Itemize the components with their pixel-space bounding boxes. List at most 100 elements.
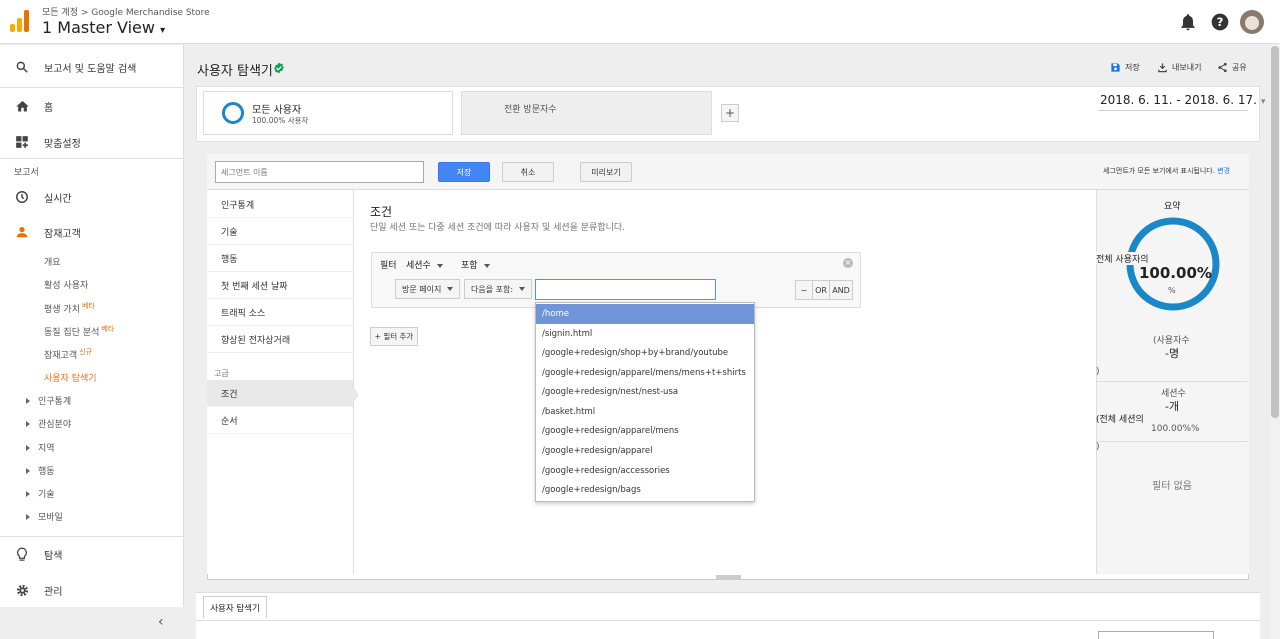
export-button[interactable]: 내보내기 <box>1157 62 1201 73</box>
preview-button[interactable]: 미리보기 <box>580 162 632 182</box>
suggestion-item[interactable]: /basket.html <box>536 402 754 422</box>
sidebar-tree-interests[interactable]: 관심분야 <box>26 417 71 430</box>
suggestion-item[interactable]: /signin.html <box>536 324 754 344</box>
filter-label: 필터 <box>380 261 397 271</box>
category-behavior[interactable]: 행동 <box>207 245 353 272</box>
save-report-button[interactable]: 저장 <box>1110 62 1140 73</box>
person-icon <box>16 227 28 238</box>
paren-close: ) <box>1096 442 1100 452</box>
sidebar-subitem-overview[interactable]: 개요 <box>44 255 61 268</box>
segment-ring-icon <box>222 102 244 124</box>
sidebar-subitem-audiences[interactable]: 잠재고객 신규 <box>44 347 92 361</box>
search-icon <box>16 61 28 73</box>
discover-label: 탐색 <box>44 550 63 562</box>
chevron-down-icon: ▾ <box>1260 97 1266 107</box>
view-name: 1 Master View <box>42 18 155 37</box>
report-search-input[interactable] <box>1098 631 1214 639</box>
advanced-label: 고급 <box>214 369 229 378</box>
analytics-logo-icon[interactable] <box>10 10 30 32</box>
category-traffic-source[interactable]: 트래픽 소스 <box>207 299 353 326</box>
beta-badge: 베타 <box>81 302 95 310</box>
reports-section-label: 보고서 <box>14 168 39 178</box>
segment-name-input[interactable] <box>215 161 424 183</box>
share-button[interactable]: 공유 <box>1217 62 1247 73</box>
sidebar-item-realtime[interactable]: 실시간 <box>0 182 184 212</box>
scrollbar-thumb[interactable] <box>1271 46 1279 418</box>
segment-name: 전환 방문자수 <box>504 105 557 115</box>
suggestion-item[interactable]: /google+redesign/apparel/mens <box>536 421 754 441</box>
category-conditions[interactable]: 조건 <box>207 380 353 407</box>
sidebar-collapse-bar[interactable]: ‹ <box>0 607 184 639</box>
segment-card-all-users[interactable]: 모든 사용자 100.00% 사용자 <box>203 91 453 135</box>
operator-dropdown[interactable]: 다음을 포함: <box>464 279 532 299</box>
category-first-session[interactable]: 첫 번째 세션 날짜 <box>207 272 353 299</box>
filter-include-dropdown[interactable]: 포함 <box>461 258 490 271</box>
view-selector[interactable]: 1 Master View ▾ <box>42 18 165 37</box>
save-segment-button[interactable]: 저장 <box>438 162 490 182</box>
category-demographics[interactable]: 인구통계 <box>207 191 353 218</box>
save-icon <box>1111 63 1120 72</box>
sidebar-tree-geo[interactable]: 지역 <box>26 441 55 454</box>
sidebar-subitem-user-explorer[interactable]: 사용자 탐색기 <box>44 371 97 384</box>
gear-icon <box>16 584 28 596</box>
category-ecommerce[interactable]: 향상된 전자상거래 <box>207 326 353 353</box>
or-button[interactable]: OR <box>812 280 830 300</box>
suggestion-item[interactable]: /google+redesign/bags <box>536 480 754 500</box>
chevron-left-icon: ‹ <box>158 614 164 630</box>
dimension-dropdown[interactable]: 방문 페이지 <box>395 279 460 299</box>
sidebar-search[interactable]: 보고서 및 도움말 검색 <box>0 52 184 82</box>
conditions-description: 단일 세션 또는 다중 세션 조건에 따라 사용자 및 세션을 분류합니다. <box>370 223 626 233</box>
resize-handle[interactable] <box>716 575 741 579</box>
change-link[interactable]: 변경 <box>1217 167 1230 175</box>
sidebar-item-audience[interactable]: 잠재고객 <box>0 217 184 247</box>
sidebar-tree-mobile[interactable]: 모바일 <box>26 510 63 523</box>
summary-ring-unit: % <box>1168 286 1176 295</box>
add-segment-button[interactable]: + <box>721 104 739 122</box>
help-icon[interactable]: ? <box>1210 12 1230 32</box>
suggestion-item[interactable]: /home <box>536 304 754 324</box>
segment-card-conversion[interactable]: 전환 방문자수 <box>461 91 712 135</box>
sidebar-item-admin[interactable]: 관리 <box>0 575 184 605</box>
customization-label: 맞춤설정 <box>44 138 81 150</box>
sidebar-subitem-cohort[interactable]: 동질 집단 분석 베타 <box>44 324 114 338</box>
sidebar-item-customization[interactable]: 맞춤설정 <box>0 127 184 157</box>
sidebar-item-home[interactable]: 홈 <box>0 91 184 121</box>
suggestion-item[interactable]: /google+redesign/shop+by+brand/youtube <box>536 343 754 363</box>
sidebar-tree-demographics[interactable]: 인구통계 <box>26 394 71 407</box>
divider <box>1097 381 1247 382</box>
suggestion-item[interactable]: /google+redesign/nest/nest-usa <box>536 382 754 402</box>
and-button[interactable]: AND <box>829 280 853 300</box>
notification-bell-icon[interactable] <box>1178 12 1198 32</box>
visibility-notice: 세그먼트가 모든 보기에서 표시됩니다. 변경 <box>1103 167 1231 175</box>
paren-close: ) <box>1096 367 1100 377</box>
lightbulb-icon <box>17 547 27 561</box>
condition-value-input[interactable] <box>535 279 716 300</box>
no-filter-label: 필터 없음 <box>1152 481 1192 492</box>
remove-filter-icon[interactable]: × <box>843 258 853 268</box>
category-sequences[interactable]: 순서 <box>207 407 353 434</box>
export-icon <box>1158 63 1167 73</box>
suggestion-item[interactable]: /google+redesign/apparel <box>536 441 754 461</box>
filter-scope-dropdown[interactable]: 세션수 <box>406 258 443 271</box>
sidebar-item-discover[interactable]: 탐색 <box>0 539 184 569</box>
audience-label: 잠재고객 <box>44 228 81 240</box>
add-filter-button[interactable]: + 필터 추가 <box>370 327 418 346</box>
bottom-tabbar <box>196 592 1260 620</box>
home-icon <box>15 100 29 111</box>
divider <box>1097 441 1247 442</box>
avatar[interactable] <box>1240 10 1264 34</box>
suggestion-item[interactable]: /google+redesign/apparel/mens/mens+t+shi… <box>536 363 754 383</box>
verified-check-icon <box>274 62 284 74</box>
remove-condition-button[interactable]: − <box>795 280 813 300</box>
sidebar-subitem-active-users[interactable]: 활성 사용자 <box>44 278 88 291</box>
sidebar-subitem-lifetime-value[interactable]: 평생 가치 베타 <box>44 301 95 315</box>
account-breadcrumb[interactable]: 모든 계정 > Google Merchandise Store <box>42 5 210 18</box>
category-technology[interactable]: 기술 <box>207 218 353 245</box>
sidebar-tree-technology[interactable]: 기술 <box>26 487 55 500</box>
sidebar-tree-behavior[interactable]: 행동 <box>26 464 55 477</box>
conditions-title: 조건 <box>370 205 393 219</box>
cancel-button[interactable]: 취소 <box>502 162 554 182</box>
suggestion-item[interactable]: /google+redesign/accessories <box>536 461 754 481</box>
date-range-picker[interactable]: 2018. 6. 11. - 2018. 6. 17. ▾ <box>1100 93 1265 107</box>
tab-user-explorer[interactable]: 사용자 탐색기 <box>203 596 267 618</box>
